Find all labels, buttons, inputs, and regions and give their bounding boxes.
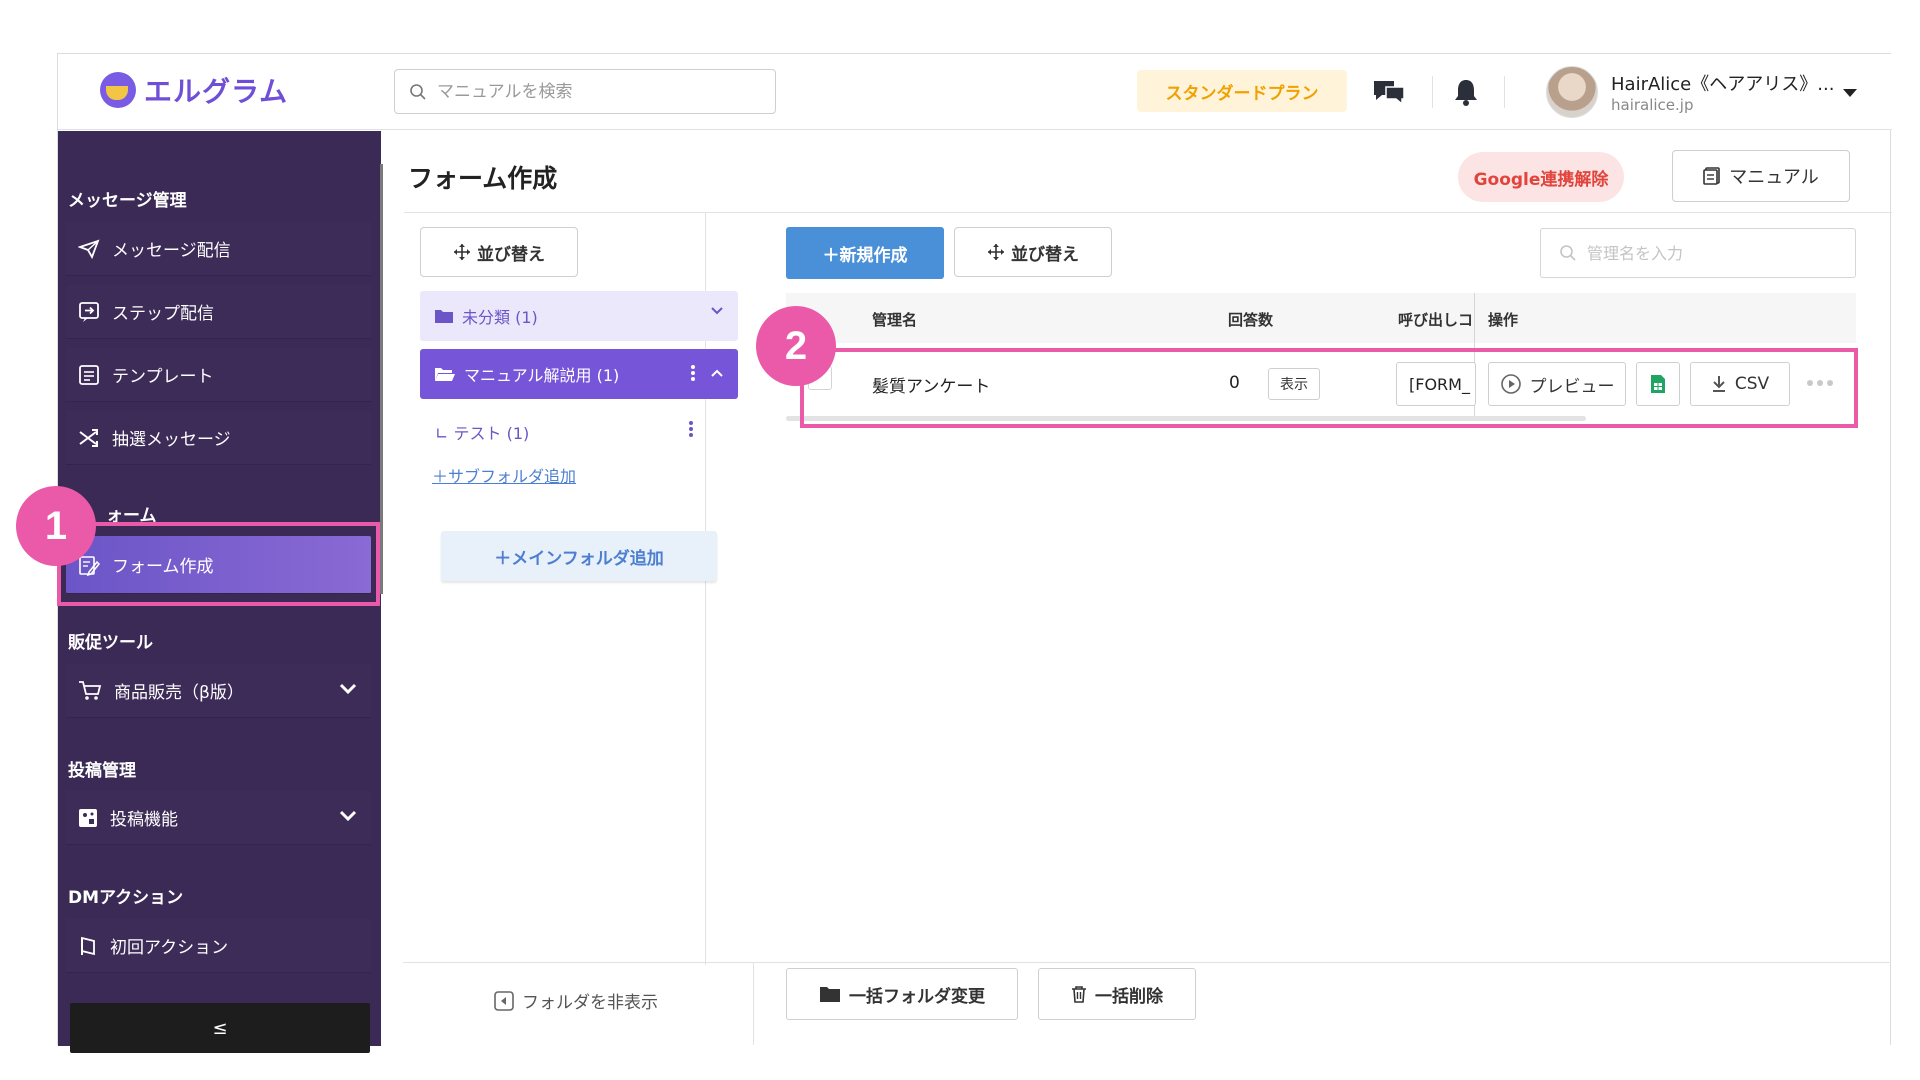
move-icon — [454, 244, 470, 260]
cart-icon — [79, 680, 102, 700]
sidebar-section-dm: DMアクション — [68, 888, 184, 908]
highlight-box-2 — [800, 348, 1858, 428]
bell-icon[interactable] — [1448, 74, 1484, 110]
sidebar-item-label: 投稿機能 — [110, 810, 178, 830]
divider — [403, 962, 1891, 963]
move-icon — [988, 244, 1004, 260]
search-icon — [410, 83, 426, 100]
sidebar-section-promo: 販促ツール — [68, 633, 153, 653]
header-divider — [1504, 76, 1505, 108]
sidebar-item-template[interactable]: テンプレート — [66, 348, 371, 402]
sidebar-scrollbar[interactable] — [380, 164, 383, 594]
folder-unclassified[interactable]: 未分類 (1) — [420, 291, 738, 341]
column-header-answers[interactable]: 回答数 — [1228, 309, 1273, 330]
step-marker-2: 2 — [756, 306, 836, 386]
user-name[interactable]: HairAlice《ヘアアリス》... — [1611, 70, 1834, 96]
plus-icon: ＋ — [432, 467, 449, 486]
form-name-search-input[interactable] — [1587, 243, 1847, 263]
new-form-button[interactable]: ＋新規作成 — [786, 227, 944, 279]
subfolder-branch-icon: ∟ — [435, 424, 454, 443]
step-marker-1: 1 — [16, 486, 96, 566]
manual-button[interactable]: マニュアル — [1672, 150, 1850, 202]
sidebar-section-posts: 投稿管理 — [68, 761, 136, 781]
chevron-up-icon[interactable] — [710, 368, 724, 378]
caret-down-icon[interactable] — [1842, 84, 1858, 103]
logo-mark-icon — [100, 72, 136, 108]
shuffle-icon — [79, 428, 98, 447]
bulk-folder-label: 一括フォルダ変更 — [849, 986, 985, 1007]
column-header-actions: 操作 — [1488, 311, 1519, 329]
sidebar-item-label: 抽選メッセージ — [112, 430, 231, 450]
chat-icon[interactable] — [1371, 74, 1407, 110]
post-icon — [79, 808, 97, 827]
folder-icon — [820, 987, 840, 1002]
search-icon — [1560, 245, 1576, 261]
folder-sort-button[interactable]: 並び替え — [420, 227, 578, 277]
manual-button-label: マニュアル — [1729, 167, 1819, 188]
divider — [753, 963, 754, 1045]
sidebar-collapse-button[interactable]: ≤ — [70, 1003, 370, 1053]
user-domain: hairalice.jp — [1611, 96, 1694, 114]
form-sort-label: 並び替え — [1011, 244, 1079, 265]
folder-label: マニュアル解説用 (1) — [464, 366, 620, 385]
app-logo[interactable]: エルグラム — [100, 70, 288, 110]
send-icon — [78, 239, 100, 259]
folder-manual-explanation[interactable]: マニュアル解説用 (1) — [420, 349, 738, 399]
top-header: エルグラム スタンダードプラン HairAlice《ヘアアリス》... hair… — [58, 54, 1892, 130]
sidebar-item-label: 商品販売（β版） — [114, 683, 244, 703]
folder-icon — [435, 310, 453, 323]
sidebar-item-message-delivery[interactable]: メッセージ配信 — [66, 222, 371, 276]
add-subfolder-link[interactable]: ＋サブフォルダ追加 — [432, 463, 576, 487]
page-title: フォーム作成 — [408, 164, 558, 193]
sidebar-item-label: 初回アクション — [110, 938, 229, 958]
form-name-search[interactable] — [1540, 228, 1856, 278]
sidebar-item-label: ステップ配信 — [112, 304, 214, 324]
hide-folder-label: フォルダを非表示 — [522, 993, 658, 1013]
form-sort-button[interactable]: 並び替え — [954, 227, 1112, 277]
sidebar-section-message: メッセージ管理 — [68, 191, 187, 211]
header-divider — [1432, 76, 1433, 108]
chevron-down-icon[interactable] — [339, 680, 357, 700]
kebab-menu-icon[interactable] — [688, 420, 694, 442]
template-icon — [79, 364, 99, 385]
step-icon — [79, 301, 99, 322]
kebab-menu-icon[interactable] — [690, 364, 696, 382]
collapse-left-icon — [494, 990, 514, 1011]
folder-label: 未分類 (1) — [462, 308, 538, 327]
sidebar-item-label: メッセージ配信 — [112, 241, 231, 261]
sidebar-item-step-delivery[interactable]: ステップ配信 — [66, 285, 371, 339]
subfolder-test[interactable]: ∟ テスト (1) — [435, 420, 529, 444]
bulk-delete-label: 一括削除 — [1095, 986, 1163, 1007]
add-subfolder-label: サブフォルダ追加 — [448, 467, 577, 486]
sidebar-item-first-action[interactable]: 初回アクション — [66, 919, 371, 973]
chevron-down-icon[interactable] — [339, 807, 357, 827]
manual-search[interactable] — [394, 69, 776, 114]
logo-text: エルグラム — [144, 75, 289, 108]
sidebar-item-lottery-message[interactable]: 抽選メッセージ — [66, 411, 371, 465]
table-header: 管理名 回答数 呼び出しコ 操作 — [786, 293, 1856, 343]
flag-icon — [81, 936, 95, 955]
document-icon — [1703, 167, 1721, 185]
bulk-delete-button[interactable]: 一括削除 — [1038, 968, 1196, 1020]
add-main-folder-button[interactable]: ＋メインフォルダ追加 — [441, 531, 717, 581]
sidebar-item-product-sales[interactable]: 商品販売（β版） — [66, 664, 371, 718]
folder-sort-label: 並び替え — [477, 244, 545, 265]
sidebar-item-label: テンプレート — [112, 367, 214, 387]
chevron-down-icon[interactable] — [710, 306, 724, 316]
folder-open-icon — [435, 368, 455, 381]
column-header-call-code[interactable]: 呼び出しコ — [1398, 309, 1474, 330]
plan-badge[interactable]: スタンダードプラン — [1137, 70, 1347, 112]
folder-label: テスト (1) — [453, 424, 530, 443]
manual-search-input[interactable] — [437, 81, 757, 102]
google-unlink-button[interactable]: Google連携解除 — [1458, 152, 1624, 202]
hide-folder-button[interactable]: フォルダを非表示 — [494, 988, 658, 1013]
highlight-box-1 — [57, 522, 380, 606]
bulk-folder-change-button[interactable]: 一括フォルダ変更 — [786, 968, 1018, 1020]
sidebar-item-post-feature[interactable]: 投稿機能 — [66, 791, 371, 845]
column-header-name[interactable]: 管理名 — [872, 309, 917, 330]
trash-icon — [1072, 986, 1086, 1003]
avatar[interactable] — [1546, 66, 1598, 118]
